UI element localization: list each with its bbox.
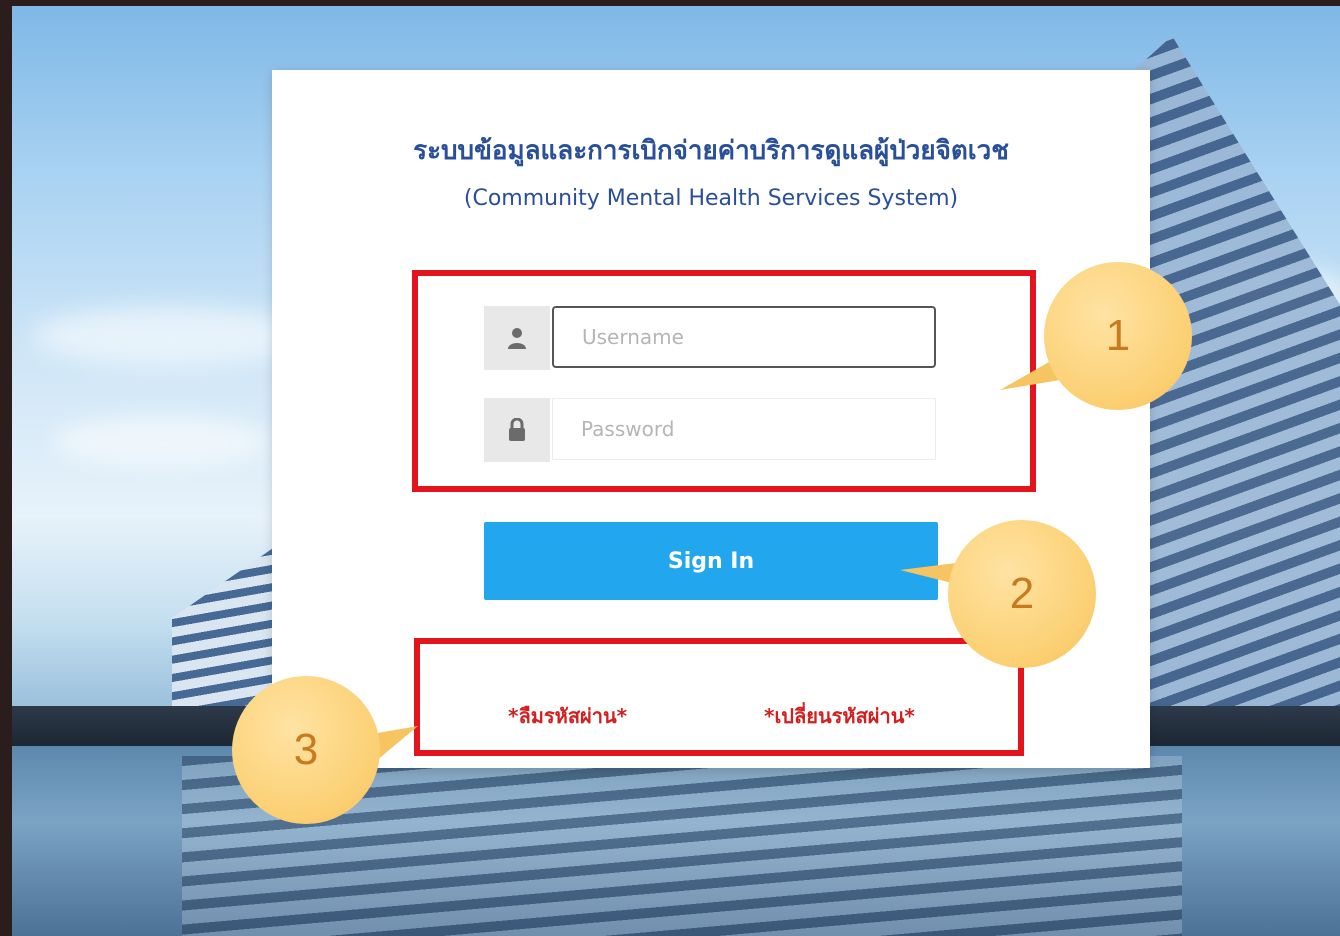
callout-2: 2: [948, 520, 1096, 668]
highlight-box-credentials: [412, 270, 1036, 492]
callout-3: 3: [232, 676, 380, 824]
sign-in-button[interactable]: Sign In: [484, 522, 938, 600]
callout-1: 1: [1044, 262, 1192, 410]
highlight-box-links: [414, 638, 1024, 756]
page-title: ระบบข้อมูลและการเบิกจ่ายค่าบริการดูแลผู้…: [413, 136, 1009, 166]
page-subtitle: (Community Mental Health Services System…: [463, 186, 959, 211]
